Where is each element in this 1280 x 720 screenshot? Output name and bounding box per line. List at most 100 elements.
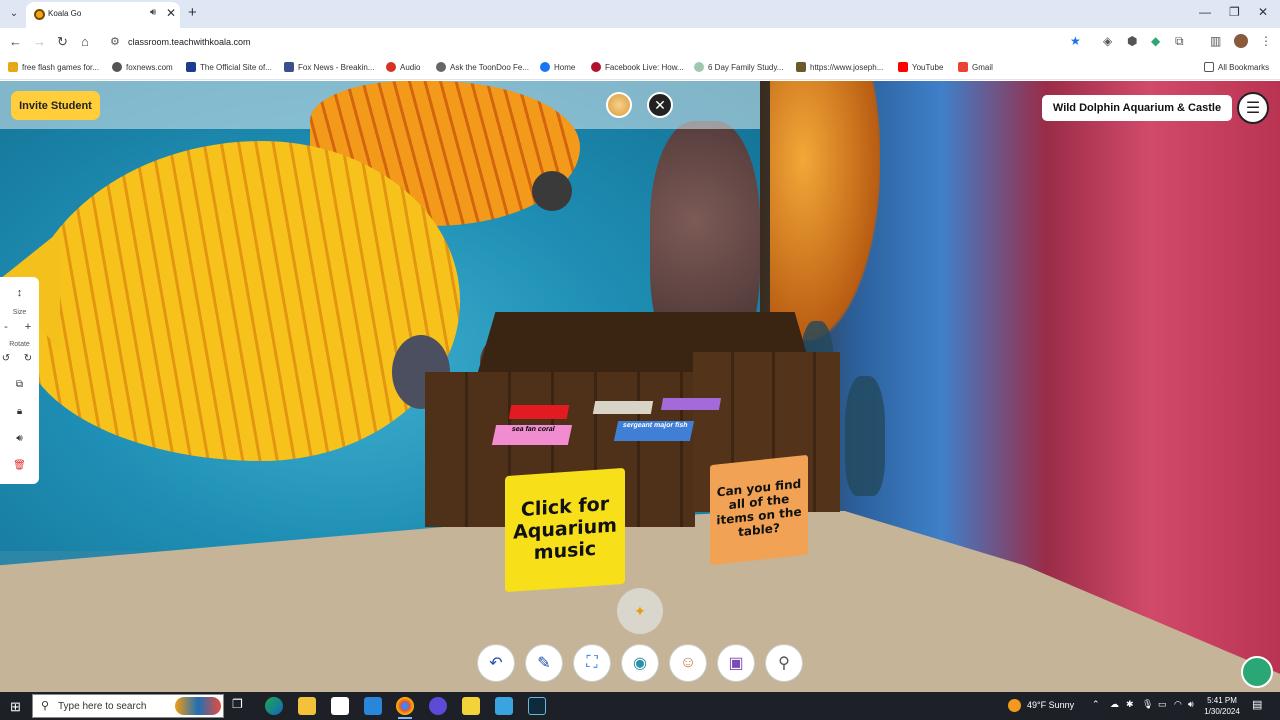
hamburger-menu-icon[interactable]: ☰ xyxy=(1237,92,1269,124)
avatar-icon[interactable]: ☺ xyxy=(669,644,707,682)
weather-text[interactable]: 49°F Sunny xyxy=(1027,700,1074,710)
size-increase-button[interactable]: + xyxy=(16,321,40,333)
duplicate-icon[interactable]: ⧉ xyxy=(0,379,39,390)
browser-tab[interactable]: Koala Go 🔊︎ ✕ xyxy=(26,2,180,28)
extension-icon[interactable]: ⬢ xyxy=(1127,34,1137,48)
window-close-icon[interactable]: ✕ xyxy=(1258,5,1268,19)
search-placeholder: Type here to search xyxy=(58,701,147,712)
table-card[interactable] xyxy=(592,401,654,414)
clock-time: 5:41 PM xyxy=(1207,696,1237,705)
address-bar[interactable]: classroom.teachwithkoala.com xyxy=(128,37,251,47)
bookmark-item[interactable]: Ask the ToonDoo Fe... xyxy=(436,62,529,72)
speaker-icon[interactable]: 🔊︎ xyxy=(0,433,39,444)
bookmarks-bar: free flash games for... foxnews.com The … xyxy=(0,56,1280,80)
orange-coral xyxy=(770,81,880,341)
notifications-icon[interactable]: ▤ xyxy=(1252,698,1262,711)
clock-date: 1/30/2024 xyxy=(1204,707,1240,716)
store-icon[interactable] xyxy=(331,697,349,715)
objects-library-icon[interactable]: ▣ xyxy=(717,644,755,682)
tab-search-chevron-icon[interactable]: ⌄ xyxy=(6,6,22,22)
microphone-icon[interactable]: 🎙︎ xyxy=(1142,699,1153,710)
taskbar-search[interactable]: ⚲ Type here to search xyxy=(32,694,224,718)
home-icon[interactable]: ⌂ xyxy=(81,34,89,49)
edge-icon[interactable] xyxy=(265,697,283,715)
magic-wand-icon[interactable]: ⚲ xyxy=(765,644,803,682)
move-handle-icon[interactable]: ↕ xyxy=(0,287,39,299)
world-thumbnail-icon[interactable] xyxy=(606,92,632,118)
pencil-icon[interactable]: ✎ xyxy=(525,644,563,682)
diver-silhouette xyxy=(845,376,885,496)
rotate-label: Rotate xyxy=(9,341,30,348)
volume-icon[interactable]: 🔊︎ xyxy=(1188,699,1194,710)
reload-icon[interactable]: ↻ xyxy=(57,34,68,50)
forward-arrow-icon[interactable]: → xyxy=(33,34,46,49)
bookmark-star-icon[interactable]: ★ xyxy=(1070,34,1081,48)
browser-menu-icon[interactable]: ⋮ xyxy=(1260,34,1272,48)
site-info-icon[interactable]: ⚙ xyxy=(110,35,120,48)
extension-icon[interactable]: ◆ xyxy=(1151,34,1160,48)
center-action-button[interactable]: ✦ xyxy=(617,588,663,634)
bookmark-item[interactable]: foxnews.com xyxy=(112,62,173,72)
tray-cloud-icon[interactable]: ☁ xyxy=(1110,699,1119,710)
invite-student-button[interactable]: Invite Student xyxy=(11,91,100,120)
extensions-puzzle-icon[interactable]: ⧉ xyxy=(1175,34,1184,49)
table-card[interactable] xyxy=(660,398,722,410)
lock-icon[interactable]: 🔒︎ xyxy=(0,406,39,417)
bookmark-item[interactable]: The Official Site of... xyxy=(186,62,272,72)
tab-close-icon[interactable]: ✕ xyxy=(166,6,176,20)
bookmark-item[interactable]: Facebook Live: How... xyxy=(591,62,684,72)
all-bookmarks[interactable]: All Bookmarks xyxy=(1204,62,1269,72)
screen-recorder-icon[interactable] xyxy=(528,697,546,715)
taskbar-clock[interactable]: 5:41 PM 1/30/2024 xyxy=(1202,695,1242,717)
file-explorer-icon[interactable] xyxy=(298,697,316,715)
tray-bluetooth-icon[interactable]: ✱ xyxy=(1126,699,1134,710)
bookmark-item[interactable]: 6 Day Family Study... xyxy=(694,62,783,72)
calculator-icon[interactable] xyxy=(495,697,513,715)
battery-icon[interactable]: ▭ xyxy=(1158,699,1167,710)
minimize-icon[interactable]: — xyxy=(1199,5,1211,19)
mail-icon[interactable] xyxy=(364,697,382,715)
select-area-icon[interactable]: ⛶ xyxy=(573,644,611,682)
side-panel-icon[interactable]: ▥ xyxy=(1210,34,1221,48)
browser-tab-bar: ⌄ Koala Go 🔊︎ ✕ + — ❐ ✕ xyxy=(0,0,1280,28)
bookmark-item[interactable]: YouTube xyxy=(898,62,943,72)
sticky-notes-icon[interactable] xyxy=(462,697,480,715)
weather-sun-icon[interactable] xyxy=(1008,699,1021,712)
tray-chevron-icon[interactable]: ⌃ xyxy=(1092,699,1100,710)
profile-avatar[interactable] xyxy=(1234,34,1248,48)
search-highlight-image xyxy=(175,697,221,715)
speaker-icon[interactable]: 🔊︎ xyxy=(150,7,156,18)
table-card-sea-fan-coral[interactable]: sea fan coral xyxy=(491,425,573,445)
bookmark-item[interactable]: Gmail xyxy=(958,62,993,72)
eye-icon[interactable]: ◉ xyxy=(621,644,659,682)
size-label: Size xyxy=(12,309,27,316)
chrome-icon[interactable] xyxy=(396,697,414,715)
app-icon[interactable] xyxy=(429,697,447,715)
wifi-icon[interactable]: ◠ xyxy=(1174,699,1182,710)
undo-icon[interactable]: ↶ xyxy=(477,644,515,682)
windows-start-icon[interactable]: ⊞ xyxy=(10,699,21,715)
tab-title: Koala Go xyxy=(48,9,82,18)
room-title: Wild Dolphin Aquarium & Castle xyxy=(1042,95,1232,121)
rotate-right-icon[interactable]: ↻ xyxy=(16,353,40,364)
browser-toolbar: ← → ↻ ⌂ ⚙ classroom.teachwithkoala.com ★… xyxy=(0,28,1280,56)
bookmark-item[interactable]: free flash games for... xyxy=(8,62,99,72)
table-card[interactable] xyxy=(508,405,570,419)
task-view-icon[interactable]: ❐ xyxy=(232,697,250,715)
bookmark-item[interactable]: https://www.joseph... xyxy=(796,62,883,72)
extension-icon[interactable]: ◈ xyxy=(1103,34,1112,48)
koala-user-avatar[interactable] xyxy=(1241,656,1273,688)
restore-icon[interactable]: ❐ xyxy=(1229,5,1240,19)
bookmark-item[interactable]: Home xyxy=(540,62,575,72)
trash-icon[interactable]: 🗑︎ xyxy=(0,460,39,471)
aquarium-music-sign[interactable]: Click for Aquarium music xyxy=(505,467,625,593)
table-card-sergeant-major-fish[interactable]: sergeant major fish xyxy=(613,421,695,441)
new-tab-button[interactable]: + xyxy=(188,4,197,21)
koala-favicon-icon xyxy=(34,9,45,20)
bookmark-item[interactable]: Fox News - Breakin... xyxy=(284,62,374,72)
back-arrow-icon[interactable]: ← xyxy=(9,34,22,49)
search-icon: ⚲ xyxy=(41,700,50,712)
close-icon[interactable]: ✕ xyxy=(647,92,673,118)
fish-eye xyxy=(532,171,572,211)
bookmark-item[interactable]: Audio xyxy=(386,62,420,72)
